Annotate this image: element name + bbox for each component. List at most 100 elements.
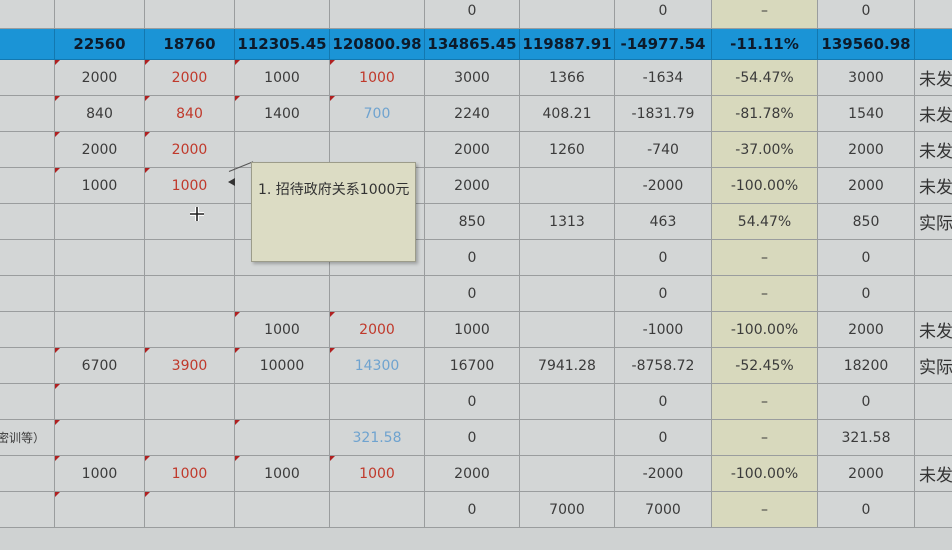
cell-r4-c0[interactable] xyxy=(0,131,55,168)
cell-r8-c4[interactable] xyxy=(329,275,425,312)
cell-r13-c10[interactable]: 未发生 xyxy=(914,455,952,492)
cell-r11-c2[interactable] xyxy=(144,383,235,420)
cell-r7-c2[interactable] xyxy=(144,239,235,276)
cell-r3-c2[interactable]: 840 xyxy=(144,95,235,132)
cell-r5-c1[interactable]: 1000 xyxy=(54,167,145,204)
cell-r7-c0[interactable] xyxy=(0,239,55,276)
cell-r7-c1[interactable] xyxy=(54,239,145,276)
cell-r12-c6[interactable] xyxy=(519,419,615,456)
cell-r13-c1[interactable]: 1000 xyxy=(54,455,145,492)
cell-r2-c8[interactable]: -54.47% xyxy=(711,59,818,96)
cell-r3-c0[interactable] xyxy=(0,95,55,132)
cell-r0-c10[interactable] xyxy=(914,0,952,29)
cell-r0-c6[interactable] xyxy=(519,0,615,29)
cell-r11-c7[interactable]: 0 xyxy=(614,383,712,420)
cell-r0-c4[interactable] xyxy=(329,0,425,29)
cell-r8-c9[interactable]: 0 xyxy=(817,275,915,312)
cell-r9-c8[interactable]: -100.00% xyxy=(711,311,818,348)
cell-r3-c4[interactable]: 700 xyxy=(329,95,425,132)
cell-r5-c10[interactable]: 未发 xyxy=(914,167,952,204)
cell-r2-c9[interactable]: 3000 xyxy=(817,59,915,96)
cell-r14-c0[interactable] xyxy=(0,491,55,528)
cell-r14-c4[interactable] xyxy=(329,491,425,528)
cell-r7-c7[interactable]: 0 xyxy=(614,239,712,276)
cell-r0-c3[interactable] xyxy=(234,0,330,29)
cell-r3-c5[interactable]: 2240 xyxy=(424,95,520,132)
cell-r6-c5[interactable]: 850 xyxy=(424,203,520,240)
cell-r10-c4[interactable]: 14300 xyxy=(329,347,425,384)
cell-r1-c10[interactable] xyxy=(914,28,952,60)
cell-r0-c5[interactable]: 0 xyxy=(424,0,520,29)
cell-r1-c1[interactable]: 22560 xyxy=(54,28,145,60)
cell-r3-c1[interactable]: 840 xyxy=(54,95,145,132)
cell-r9-c1[interactable] xyxy=(54,311,145,348)
cell-r10-c5[interactable]: 16700 xyxy=(424,347,520,384)
cell-r6-c0[interactable] xyxy=(0,203,55,240)
cell-r6-c1[interactable] xyxy=(54,203,145,240)
cell-r5-c9[interactable]: 2000 xyxy=(817,167,915,204)
cell-r13-c4[interactable]: 1000 xyxy=(329,455,425,492)
cell-r9-c7[interactable]: -1000 xyxy=(614,311,712,348)
cell-r10-c7[interactable]: -8758.72 xyxy=(614,347,712,384)
cell-r6-c10[interactable]: 实际 xyxy=(914,203,952,240)
cell-r9-c4[interactable]: 2000 xyxy=(329,311,425,348)
cell-r2-c0[interactable] xyxy=(0,59,55,96)
cell-r9-c6[interactable] xyxy=(519,311,615,348)
cell-r12-c8[interactable]: – xyxy=(711,419,818,456)
cell-r1-c7[interactable]: -14977.54 xyxy=(614,28,712,60)
cell-r1-c2[interactable]: 18760 xyxy=(144,28,235,60)
cell-r5-c8[interactable]: -100.00% xyxy=(711,167,818,204)
cell-r5-c5[interactable]: 2000 xyxy=(424,167,520,204)
cell-r6-c7[interactable]: 463 xyxy=(614,203,712,240)
cell-r13-c5[interactable]: 2000 xyxy=(424,455,520,492)
cell-r9-c5[interactable]: 1000 xyxy=(424,311,520,348)
cell-r4-c6[interactable]: 1260 xyxy=(519,131,615,168)
cell-r2-c5[interactable]: 3000 xyxy=(424,59,520,96)
cell-r2-c4[interactable]: 1000 xyxy=(329,59,425,96)
cell-r8-c3[interactable] xyxy=(234,275,330,312)
cell-r7-c9[interactable]: 0 xyxy=(817,239,915,276)
cell-r12-c10[interactable] xyxy=(914,419,952,456)
cell-r8-c7[interactable]: 0 xyxy=(614,275,712,312)
cell-r10-c9[interactable]: 18200 xyxy=(817,347,915,384)
cell-r0-c9[interactable]: 0 xyxy=(817,0,915,29)
cell-r12-c4[interactable]: 321.58 xyxy=(329,419,425,456)
cell-r14-c2[interactable] xyxy=(144,491,235,528)
cell-r11-c4[interactable] xyxy=(329,383,425,420)
cell-r13-c7[interactable]: -2000 xyxy=(614,455,712,492)
cell-r1-c0[interactable] xyxy=(0,28,55,60)
cell-r10-c8[interactable]: -52.45% xyxy=(711,347,818,384)
cell-r13-c6[interactable] xyxy=(519,455,615,492)
cell-r4-c5[interactable]: 2000 xyxy=(424,131,520,168)
cell-r7-c6[interactable] xyxy=(519,239,615,276)
cell-r14-c9[interactable]: 0 xyxy=(817,491,915,528)
cell-r3-c6[interactable]: 408.21 xyxy=(519,95,615,132)
cell-r14-c5[interactable]: 0 xyxy=(424,491,520,528)
cell-r14-c8[interactable]: – xyxy=(711,491,818,528)
cell-r6-c8[interactable]: 54.47% xyxy=(711,203,818,240)
cell-r3-c9[interactable]: 1540 xyxy=(817,95,915,132)
cell-r0-c0[interactable] xyxy=(0,0,55,29)
cell-r3-c3[interactable]: 1400 xyxy=(234,95,330,132)
cell-r10-c0[interactable] xyxy=(0,347,55,384)
cell-r8-c10[interactable] xyxy=(914,275,952,312)
cell-r9-c2[interactable] xyxy=(144,311,235,348)
cell-r12-c2[interactable] xyxy=(144,419,235,456)
cell-r13-c9[interactable]: 2000 xyxy=(817,455,915,492)
cell-r5-c7[interactable]: -2000 xyxy=(614,167,712,204)
cell-r5-c6[interactable] xyxy=(519,167,615,204)
cell-r3-c8[interactable]: -81.78% xyxy=(711,95,818,132)
cell-r2-c10[interactable]: 未发 xyxy=(914,59,952,96)
cell-r12-c7[interactable]: 0 xyxy=(614,419,712,456)
cell-r11-c1[interactable] xyxy=(54,383,145,420)
cell-r13-c2[interactable]: 1000 xyxy=(144,455,235,492)
cell-r10-c6[interactable]: 7941.28 xyxy=(519,347,615,384)
cell-r10-c1[interactable]: 6700 xyxy=(54,347,145,384)
cell-r1-c4[interactable]: 120800.98 xyxy=(329,28,425,60)
cell-r1-c6[interactable]: 119887.91 xyxy=(519,28,615,60)
cell-r4-c7[interactable]: -740 xyxy=(614,131,712,168)
cell-r3-c7[interactable]: -1831.79 xyxy=(614,95,712,132)
cell-r2-c6[interactable]: 1366 xyxy=(519,59,615,96)
cell-r1-c5[interactable]: 134865.45 xyxy=(424,28,520,60)
cell-r5-c2[interactable]: 1000 xyxy=(144,167,235,204)
